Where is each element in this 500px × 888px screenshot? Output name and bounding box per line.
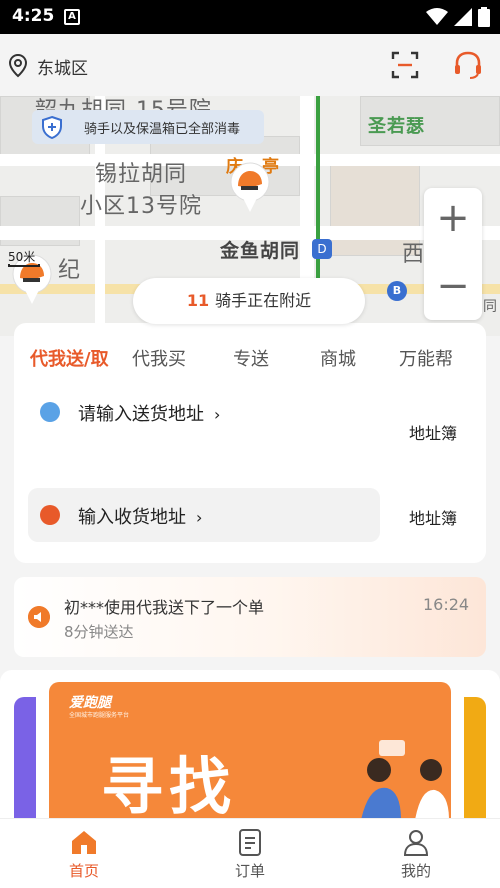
subway-icon: D xyxy=(312,239,332,259)
send-address-book-link[interactable]: 地址簿 xyxy=(409,420,457,444)
rider-marker-icon xyxy=(230,162,270,212)
nav-home-label: 首页 xyxy=(68,862,99,880)
map-label: 圣若瑟 xyxy=(368,116,425,137)
receive-address-text: 输入收货地址 xyxy=(78,507,186,528)
send-address-field[interactable]: 请输入送货地址 › xyxy=(28,385,380,439)
sanitize-notice: 骑手以及保温箱已全部消毒 xyxy=(32,110,264,144)
status-time: 4:25 xyxy=(12,6,55,26)
customer-service-icon[interactable] xyxy=(452,50,484,80)
broadcast-subtitle: 8分钟送达 xyxy=(64,623,134,641)
banner-brand-subtitle: 全国城市跑腿服务平台 xyxy=(69,712,130,719)
bus-stop-icon: B xyxy=(387,281,407,301)
tab-deliver-pickup[interactable]: 代我送/取 xyxy=(30,345,109,371)
zoom-out-button[interactable]: − xyxy=(424,256,482,320)
battery-icon xyxy=(478,7,490,27)
notification-icon: A xyxy=(64,9,80,25)
receive-address-book-link[interactable]: 地址簿 xyxy=(409,505,457,529)
nav-orders[interactable]: 订单 xyxy=(200,827,300,881)
zoom-in-button[interactable]: + xyxy=(424,188,482,252)
order-card: 代我送/取 代我买 专送 商城 万能帮 请输入送货地址 › 地址簿 输入收货地址 ›… xyxy=(14,323,486,563)
banner-brand: 爱跑腿 xyxy=(69,695,111,711)
zoom-control: + − xyxy=(424,188,482,320)
signal-icon xyxy=(454,8,472,26)
promo-banner-carousel[interactable]: 爱跑腿 全国城市跑腿服务平台 寻找 xyxy=(0,670,500,818)
status-indicators xyxy=(426,7,490,27)
map-scale-bar xyxy=(8,264,40,267)
map-scale-label: 50米 xyxy=(8,250,36,264)
send-location-icon xyxy=(40,402,60,422)
banner-prev-peek[interactable] xyxy=(14,697,36,818)
broadcast-title: 初***使用代我送下了一个单 xyxy=(64,598,265,617)
broadcast-time: 16:24 xyxy=(423,595,470,614)
scan-icon[interactable] xyxy=(390,50,420,80)
map-label: 锡拉胡同 xyxy=(95,162,188,187)
tab-buy-for-me[interactable]: 代我买 xyxy=(132,345,186,371)
send-address-text: 请输入送货地址 xyxy=(78,404,204,425)
nav-orders-label: 订单 xyxy=(234,862,265,880)
location-header: 东城区 xyxy=(0,34,500,96)
home-icon xyxy=(72,831,96,854)
receive-address-field[interactable]: 输入收货地址 › xyxy=(28,488,380,542)
current-location[interactable]: 东城区 xyxy=(37,54,88,79)
nav-home[interactable]: 首页 xyxy=(34,827,134,881)
chevron-right-icon: › xyxy=(214,405,221,424)
nearby-rider-text: 骑手正在附近 xyxy=(215,291,312,310)
service-tabs: 代我送/取 代我买 专送 商城 万能帮 xyxy=(14,345,486,375)
sanitize-text: 骑手以及保温箱已全部消毒 xyxy=(84,122,241,137)
chevron-right-icon: › xyxy=(196,508,203,527)
promo-banner[interactable]: 爱跑腿 全国城市跑腿服务平台 寻找 xyxy=(49,682,451,818)
location-pin-icon xyxy=(8,54,28,78)
speaker-icon xyxy=(28,606,50,628)
banner-illustration xyxy=(361,740,449,818)
nearby-rider-count: 11 xyxy=(186,291,210,310)
status-bar: 4:25 A xyxy=(0,0,500,34)
tab-all-purpose-help[interactable]: 万能帮 xyxy=(399,345,453,371)
receive-location-icon xyxy=(40,505,60,525)
wifi-icon xyxy=(426,8,448,25)
map-label: 金鱼胡同 xyxy=(220,240,301,262)
order-broadcast[interactable]: 初***使用代我送下了一个单 8分钟送达 16:24 xyxy=(14,577,486,657)
send-address-placeholder: 请输入送货地址 › xyxy=(78,400,220,426)
nav-profile-label: 我的 xyxy=(400,862,431,880)
tab-express[interactable]: 专送 xyxy=(233,345,269,371)
map-label: 纪 xyxy=(58,258,82,283)
map-label: 小区13号院 xyxy=(80,194,202,219)
banner-headline: 寻找 xyxy=(101,750,238,818)
map-green-line xyxy=(316,96,320,296)
nearby-riders-pill: 11 骑手正在附近 xyxy=(133,278,365,324)
receive-address-placeholder: 输入收货地址 › xyxy=(78,503,202,529)
banner-next-peek[interactable] xyxy=(464,697,486,818)
bottom-navigation: 首页 订单 我的 xyxy=(0,818,500,888)
shield-icon xyxy=(42,115,62,139)
map-label: 西 xyxy=(402,242,426,267)
nav-profile[interactable]: 我的 xyxy=(366,827,466,881)
tab-mall[interactable]: 商城 xyxy=(320,345,356,371)
orders-icon xyxy=(239,829,261,856)
profile-icon xyxy=(403,830,429,856)
